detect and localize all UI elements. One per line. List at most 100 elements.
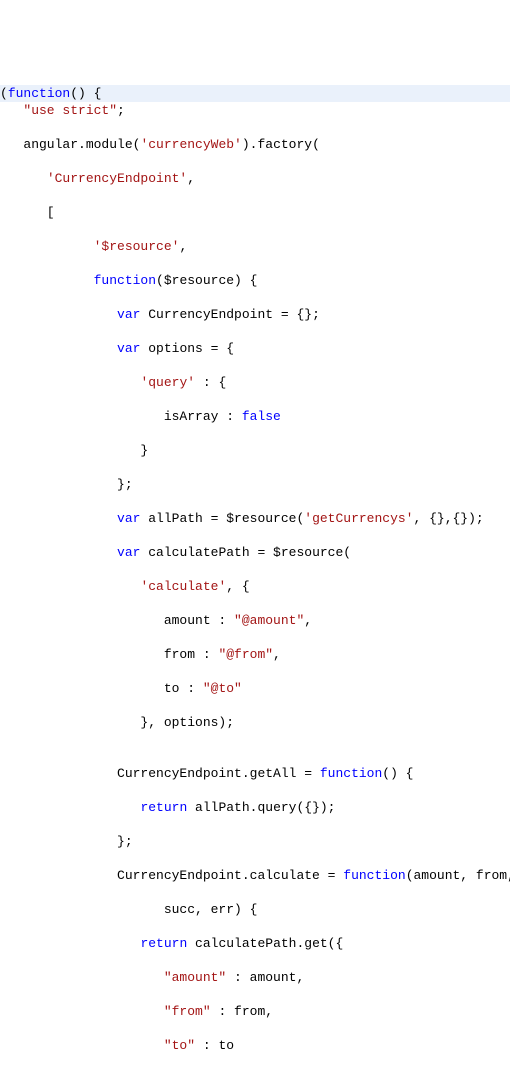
text: amount : (0, 613, 234, 628)
keyword: function (8, 86, 70, 101)
text: allPath.query({}); (187, 800, 335, 815)
code-line: var CurrencyEndpoint = {}; (0, 306, 510, 323)
code-line: [ (0, 204, 510, 221)
indent (0, 1004, 164, 1019)
code-line: var allPath = $resource('getCurrencys', … (0, 510, 510, 527)
punct: () { (382, 766, 413, 781)
code-editor[interactable]: (function() { "use strict"; angular.modu… (0, 68, 510, 1070)
text: CurrencyEndpoint.getAll = (0, 766, 320, 781)
indent (0, 239, 94, 254)
text: }; (0, 477, 133, 492)
punct: ).factory( (242, 137, 320, 152)
keyword: function (320, 766, 382, 781)
indent (0, 307, 117, 322)
code-line: from : "@from", (0, 646, 510, 663)
punct: ; (117, 103, 125, 118)
text: isArray : (0, 409, 242, 424)
code-line: 'query' : { (0, 374, 510, 391)
text: succ, err) { (0, 902, 257, 917)
text: : from, (211, 1004, 273, 1019)
text: ($resource) { (156, 273, 257, 288)
string: 'getCurrencys' (304, 511, 413, 526)
text: [ (0, 205, 55, 220)
punct: , (179, 239, 187, 254)
punct: , { (226, 579, 249, 594)
code-line: var calculatePath = $resource( (0, 544, 510, 561)
text: calculatePath.get({ (187, 936, 343, 951)
string: 'calculate' (140, 579, 226, 594)
code-line: isArray : false (0, 408, 510, 425)
code-line: return allPath.query({}); (0, 799, 510, 816)
text: calculatePath = $resource( (140, 545, 351, 560)
punct: ( (0, 86, 8, 101)
string: 'query' (140, 375, 195, 390)
punct: : { (195, 375, 226, 390)
code-line: CurrencyEndpoint.getAll = function() { (0, 765, 510, 782)
string: "@from" (218, 647, 273, 662)
text: CurrencyEndpoint.calculate = (0, 868, 343, 883)
indent (0, 341, 117, 356)
text: }; (0, 834, 133, 849)
code-line: } (0, 442, 510, 459)
string: "from" (164, 1004, 211, 1019)
text: angular.module( (0, 137, 140, 152)
text: : amount, (226, 970, 304, 985)
code-line: }; (0, 833, 510, 850)
string: 'currencyWeb' (140, 137, 241, 152)
indent (0, 375, 140, 390)
indent (0, 970, 164, 985)
punct: , {},{}); (413, 511, 483, 526)
keyword: var (117, 511, 140, 526)
code-line: "to" : to (0, 1037, 510, 1054)
string: "@to" (203, 681, 242, 696)
keyword: return (140, 800, 187, 815)
code-line: }; (0, 476, 510, 493)
indent (0, 936, 140, 951)
string: "amount" (164, 970, 226, 985)
code-line: "from" : from, (0, 1003, 510, 1020)
keyword: var (117, 307, 140, 322)
keyword: function (94, 273, 156, 288)
punct: () { (70, 86, 101, 101)
indent (0, 1038, 164, 1053)
code-line: 'calculate', { (0, 578, 510, 595)
code-line: angular.module('currencyWeb').factory( (0, 136, 510, 153)
text: options = { (140, 341, 234, 356)
punct: , (187, 171, 195, 186)
code-line: '$resource', (0, 238, 510, 255)
indent (0, 273, 94, 288)
code-line: "use strict"; (0, 102, 510, 119)
code-line: "amount" : amount, (0, 969, 510, 986)
keyword: var (117, 341, 140, 356)
code-line: }, options); (0, 714, 510, 731)
indent (0, 579, 140, 594)
keyword: false (242, 409, 281, 424)
text: : to (195, 1038, 234, 1053)
indent (0, 171, 47, 186)
text: from : (0, 647, 218, 662)
text: }, options); (0, 715, 234, 730)
string: "use strict" (23, 103, 117, 118)
string: '$resource' (94, 239, 180, 254)
code-line: to : "@to" (0, 680, 510, 697)
text: CurrencyEndpoint = {}; (140, 307, 319, 322)
keyword: return (140, 936, 187, 951)
indent (0, 103, 23, 118)
code-line: (function() { (0, 85, 510, 102)
code-line: CurrencyEndpoint.calculate = function(am… (0, 867, 510, 884)
code-line: succ, err) { (0, 901, 510, 918)
code-line: 'CurrencyEndpoint', (0, 170, 510, 187)
indent (0, 511, 117, 526)
keyword: var (117, 545, 140, 560)
punct: , (273, 647, 281, 662)
code-line: function($resource) { (0, 272, 510, 289)
punct: , (304, 613, 312, 628)
string: "@amount" (234, 613, 304, 628)
code-line: amount : "@amount", (0, 612, 510, 629)
indent (0, 800, 140, 815)
text: (amount, from, to, (406, 868, 510, 883)
string: 'CurrencyEndpoint' (47, 171, 187, 186)
indent (0, 545, 117, 560)
text: allPath = $resource( (140, 511, 304, 526)
code-line: var options = { (0, 340, 510, 357)
